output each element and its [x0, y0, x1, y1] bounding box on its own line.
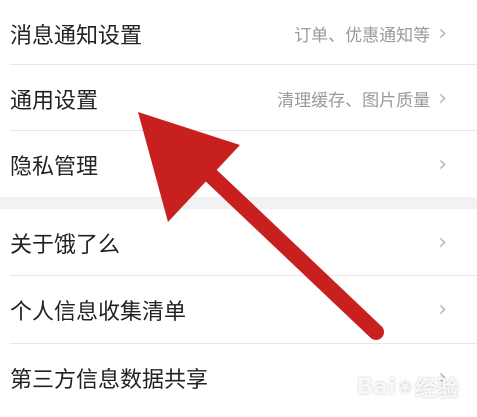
settings-row-personal-info[interactable]: 个人信息收集清单 › — [0, 276, 477, 343]
row-label: 关于饿了么 — [10, 232, 121, 258]
watermark-suffix: 经验 — [414, 377, 459, 402]
settings-row-general[interactable]: 通用设置 清理缓存、图片质量 › — [0, 65, 477, 132]
chevron-right-icon: › — [438, 296, 447, 322]
settings-row-privacy[interactable]: 隐私管理 › — [0, 131, 477, 198]
watermark-brand: Bai — [356, 374, 396, 400]
row-hint: 订单、优惠通知等 — [294, 26, 431, 46]
row-hint: 清理缓存、图片质量 — [277, 91, 431, 111]
settings-group-top: 消息通知设置 订单、优惠通知等 › 通用设置 清理缓存、图片质量 › 隐私管理 … — [0, 0, 477, 197]
chevron-right-icon: › — [438, 85, 447, 111]
row-label: 隐私管理 — [10, 154, 99, 180]
watermark: Bai ❀ 经验 — [357, 371, 459, 403]
settings-row-notifications[interactable]: 消息通知设置 订单、优惠通知等 › — [0, 0, 477, 67]
row-label: 通用设置 — [10, 88, 99, 114]
chevron-right-icon: › — [438, 229, 447, 255]
chevron-right-icon: › — [438, 151, 447, 177]
row-label: 个人信息收集清单 — [10, 299, 187, 325]
settings-row-about[interactable]: 关于饿了么 › — [0, 209, 477, 276]
chevron-right-icon: › — [438, 20, 447, 46]
paw-icon: ❀ — [397, 376, 413, 398]
row-label: 消息通知设置 — [10, 23, 143, 49]
